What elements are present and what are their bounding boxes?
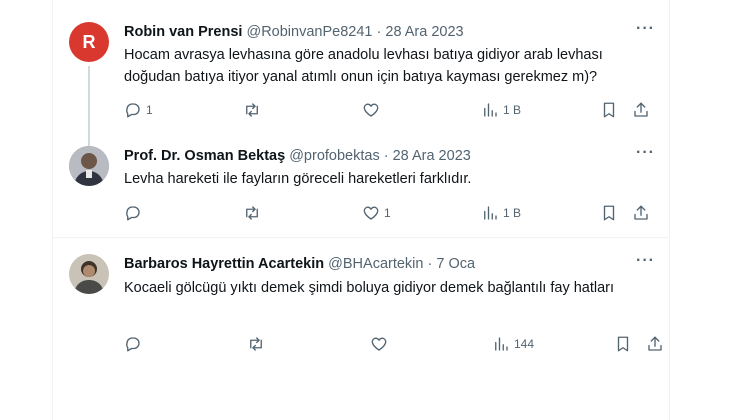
views-icon: [484, 206, 497, 220]
author-handle[interactable]: @BHAcartekin: [328, 256, 423, 272]
avatar[interactable]: [69, 146, 109, 186]
views-button[interactable]: 144: [492, 335, 534, 353]
share-button[interactable]: [632, 204, 650, 222]
reply-button[interactable]: [124, 204, 146, 222]
avatar[interactable]: [69, 254, 109, 294]
views-count: 1 В: [503, 103, 522, 117]
share-button[interactable]: [632, 101, 650, 119]
reply-count: 1: [146, 103, 153, 117]
reply-icon: [126, 206, 140, 221]
like-count: 1: [384, 206, 391, 220]
separator: ·: [376, 24, 382, 40]
like-button[interactable]: 1: [362, 204, 391, 222]
tweet-date[interactable]: 7 Oca: [436, 256, 475, 272]
more-options-icon[interactable]: ···: [636, 144, 655, 162]
tweet-text: Hocam avrasya levhasına göre anadolu lev…: [124, 47, 603, 85]
heart-icon: [371, 337, 387, 351]
bookmark-button[interactable]: [600, 204, 618, 222]
bookmark-icon: [617, 336, 629, 352]
thread-connector: [88, 66, 90, 146]
column-border-right: [669, 0, 670, 420]
share-button[interactable]: [646, 335, 664, 353]
heart-icon: [363, 206, 379, 220]
retweet-icon: [246, 103, 258, 117]
like-button[interactable]: [362, 101, 384, 119]
tweet-actions: 1 1 В: [124, 204, 664, 224]
tweet-header: Prof. Dr. Osman Bektaş @profobektas · 28…: [124, 146, 471, 166]
tweet-text: Kocaeli gölcügü yıktı demek şimdi boluya…: [124, 280, 615, 296]
tweet-date[interactable]: 28 Ara 2023: [385, 24, 463, 40]
views-button[interactable]: 1 В: [481, 204, 521, 222]
tweet-header: Robin van Prensi @RobinvanPe8241 · 28 Ar…: [124, 22, 464, 42]
reply-icon: [126, 337, 140, 352]
separator: ·: [383, 148, 389, 164]
bookmark-button[interactable]: [600, 101, 618, 119]
tweet-actions: 1 1 В: [124, 101, 664, 121]
separator: ·: [427, 256, 433, 272]
author-name[interactable]: Robin van Prensi: [124, 24, 242, 40]
bookmark-button[interactable]: [614, 335, 632, 353]
retweet-button[interactable]: [243, 101, 265, 119]
reply-icon: [126, 103, 140, 118]
retweet-button[interactable]: [247, 335, 269, 353]
author-name[interactable]: Barbaros Hayrettin Acartekin: [124, 256, 324, 272]
reply-button[interactable]: [124, 335, 146, 353]
bookmark-icon: [603, 205, 615, 221]
tweet-actions: 144: [124, 335, 664, 355]
tweet-header: Barbaros Hayrettin Acartekin @BHAcarteki…: [124, 254, 475, 274]
views-count: 144: [514, 337, 535, 351]
share-icon: [634, 102, 648, 117]
author-handle[interactable]: @profobektas: [289, 148, 380, 164]
tweet-date[interactable]: 28 Ara 2023: [393, 148, 471, 164]
bookmark-icon: [603, 102, 615, 118]
views-count: 1 В: [503, 206, 522, 220]
retweet-button[interactable]: [243, 204, 265, 222]
more-options-icon[interactable]: ···: [636, 20, 655, 38]
tweet-text: Levha hareketi ile fayların göreceli har…: [124, 171, 472, 187]
tweet-2[interactable]: Prof. Dr. Osman Bektaş @profobektas · 28…: [53, 140, 669, 237]
avatar-photo: [69, 146, 109, 186]
like-button[interactable]: [370, 335, 392, 353]
share-icon: [648, 336, 662, 351]
retweet-icon: [250, 337, 262, 351]
views-button[interactable]: 1 В: [481, 101, 521, 119]
more-options-icon[interactable]: ···: [636, 252, 655, 270]
views-icon: [495, 337, 508, 351]
heart-icon: [363, 103, 379, 117]
reply-button[interactable]: 1: [124, 101, 153, 119]
retweet-icon: [246, 206, 258, 220]
share-icon: [634, 205, 648, 220]
tweet-3[interactable]: Barbaros Hayrettin Acartekin @BHAcarteki…: [53, 238, 669, 368]
views-icon: [484, 103, 497, 117]
avatar-photo: [69, 254, 109, 294]
tweet-1[interactable]: R Robin van Prensi @RobinvanPe8241 · 28 …: [53, 0, 669, 146]
author-handle[interactable]: @RobinvanPe8241: [246, 24, 372, 40]
author-name[interactable]: Prof. Dr. Osman Bektaş: [124, 148, 285, 164]
avatar[interactable]: R: [69, 22, 109, 62]
